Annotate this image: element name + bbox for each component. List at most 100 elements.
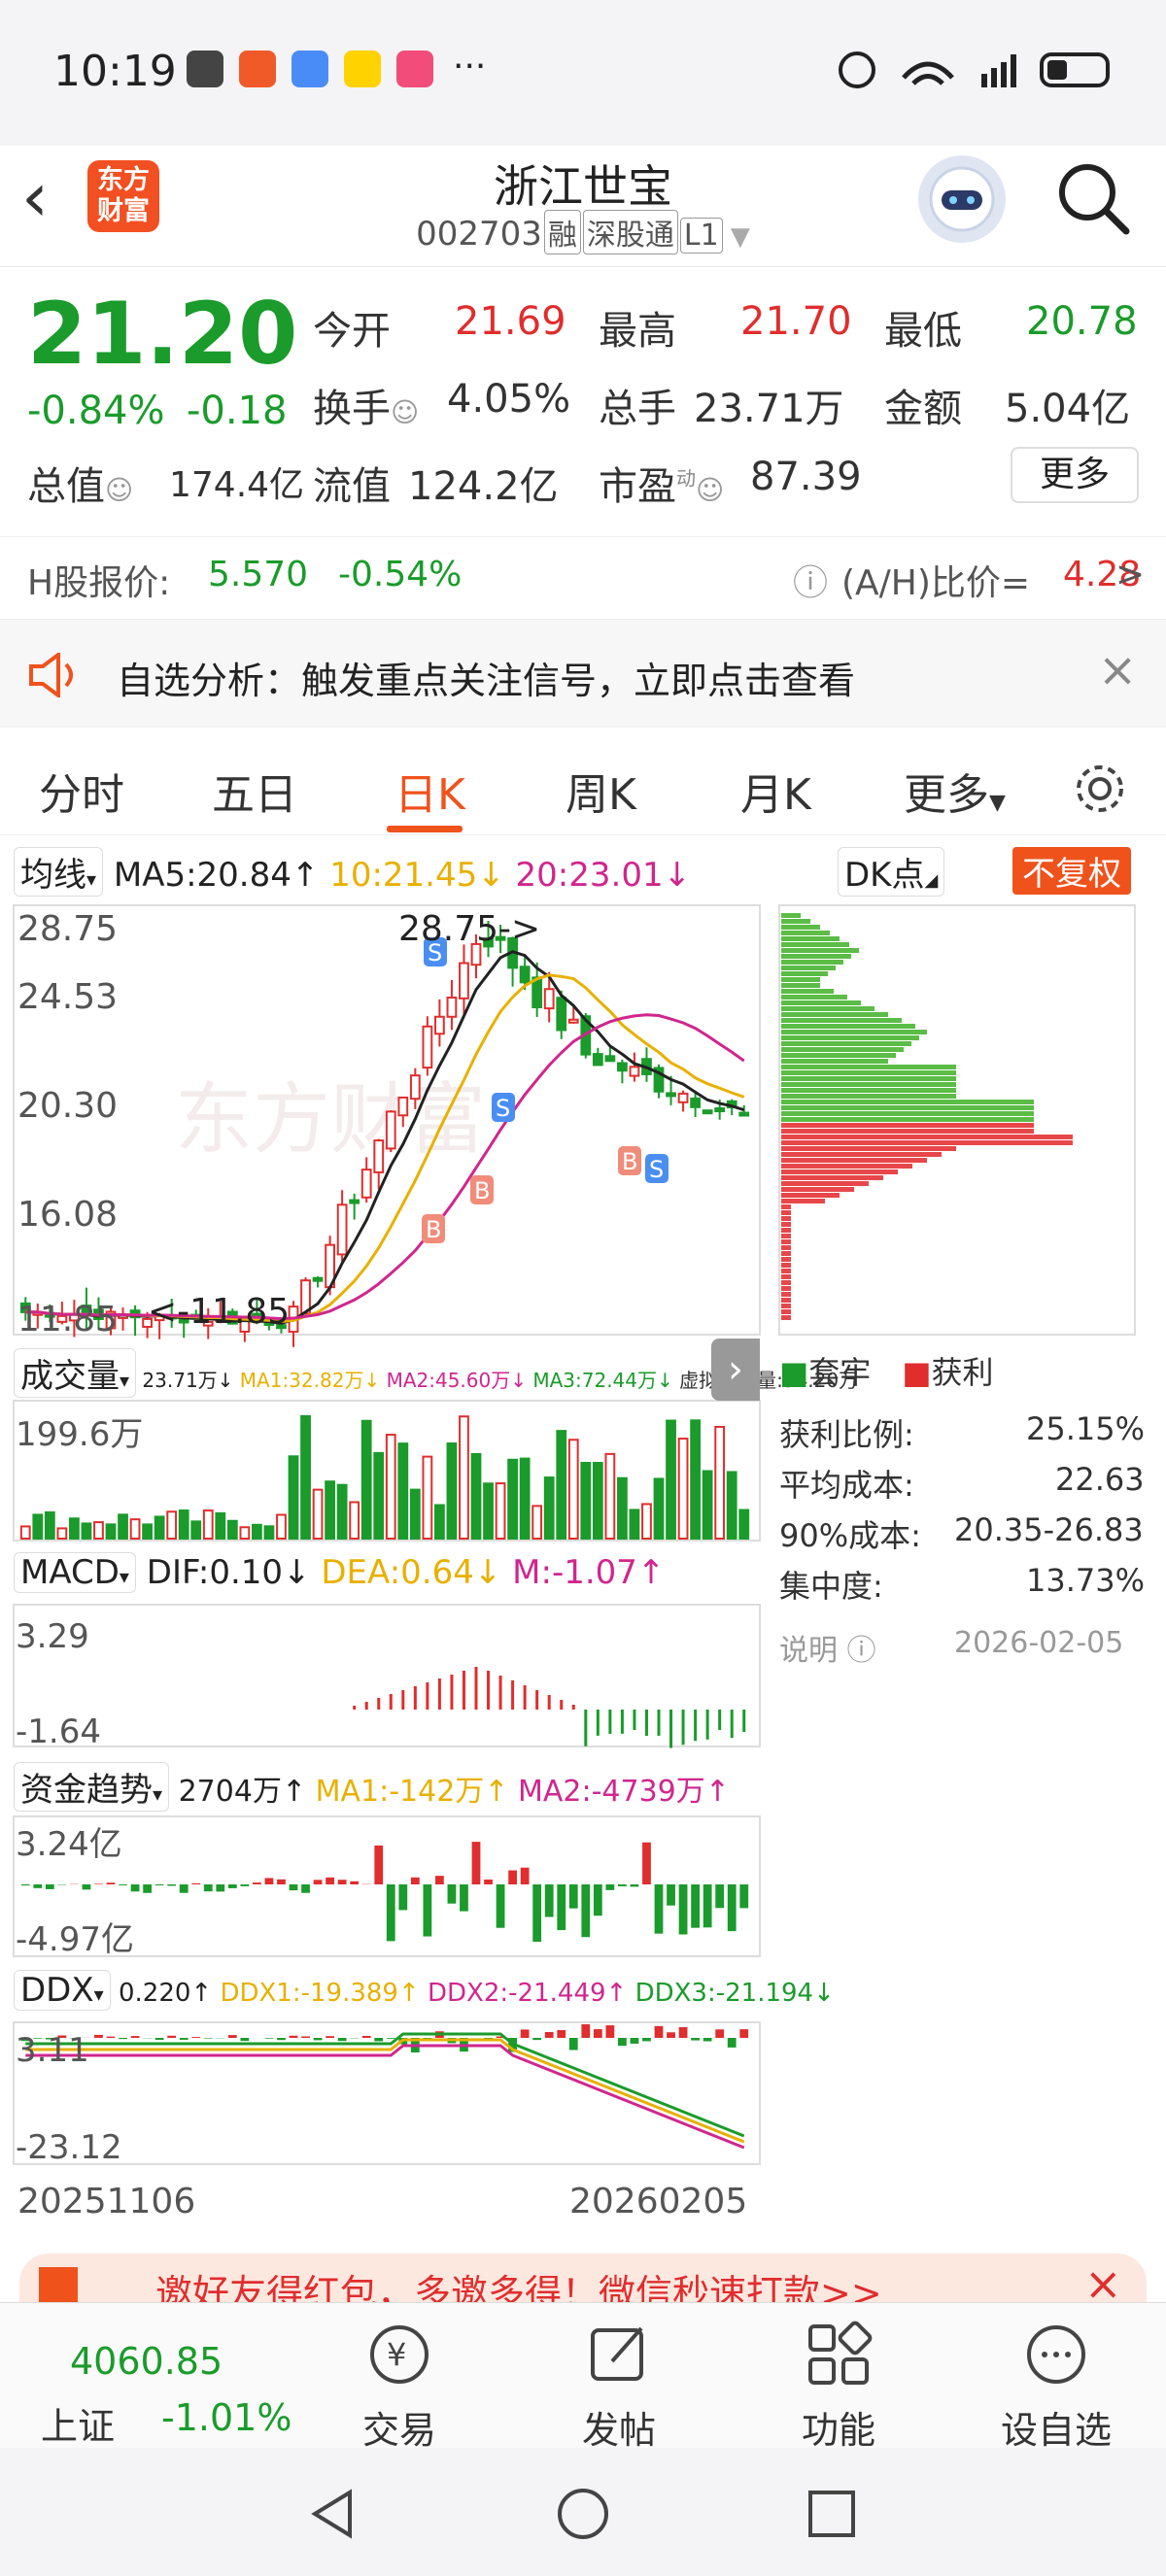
ddx-bar [191, 2037, 201, 2038]
post-label[interactable]: 发帖 [541, 2400, 697, 2454]
fund-bar [447, 1884, 457, 1904]
chip-bar [781, 1193, 840, 1198]
add-watchlist-icon[interactable] [1022, 2321, 1090, 2389]
function-label[interactable]: 功能 [761, 2400, 916, 2454]
ddx2: DDX2:-21.449↑ [428, 1979, 628, 2008]
volume-bar [507, 1458, 518, 1541]
chip-bar [781, 995, 847, 1000]
macd-selector[interactable]: MACD▾ [14, 1552, 136, 1593]
volume-bar [129, 1518, 141, 1540]
chip-bar [781, 931, 830, 935]
chip-bar [781, 971, 828, 976]
chip-bar [781, 1135, 1073, 1139]
expand-panel-button[interactable]: › [711, 1339, 760, 1401]
fund-bar [739, 1884, 749, 1909]
volume-bar [32, 1513, 44, 1540]
volume-bar [495, 1482, 506, 1541]
fund-bar [264, 1878, 274, 1884]
candle-body [604, 1055, 616, 1063]
trade-label[interactable]: 交易 [322, 2400, 477, 2454]
fund-bar [94, 1883, 103, 1884]
chip-bar [781, 1315, 791, 1320]
volume-selector[interactable]: 成交量▾ [14, 1348, 137, 1398]
ddx-bar [678, 2026, 688, 2038]
ddx-top: 3.11 [16, 2031, 89, 2070]
index-name[interactable]: 上证 [41, 2396, 115, 2450]
y-tick: 20.30 [17, 1086, 118, 1126]
chip-bar [781, 1239, 791, 1244]
index-pct[interactable]: -1.01% [161, 2396, 292, 2439]
nav-home-icon[interactable] [556, 2487, 610, 2541]
nav-back-icon[interactable] [307, 2487, 361, 2541]
volume-value: 23.71万↓ [142, 1369, 234, 1392]
candle-body [422, 1025, 433, 1069]
cost90-label: 90%成本: [779, 1517, 921, 1554]
fund-bar [289, 1884, 298, 1891]
trade-icon[interactable]: ¥ [365, 2321, 433, 2389]
chip-bar [781, 1088, 956, 1093]
chip-bar [781, 1251, 791, 1256]
fund-bar [253, 1882, 261, 1884]
nav-recents-icon[interactable] [806, 2489, 857, 2539]
post-icon[interactable] [585, 2321, 653, 2389]
ddx-bar [593, 2029, 602, 2038]
chip-bar [781, 1309, 791, 1314]
ddx-bar [654, 2025, 664, 2038]
fund-bar [691, 1884, 700, 1928]
y-tick: 16.08 [17, 1195, 118, 1235]
volume-bar [166, 1510, 178, 1541]
y-tick: 11.85 [17, 1300, 118, 1339]
volume-bar [567, 1439, 579, 1541]
fund-bar [119, 1884, 127, 1885]
ddx-bar [227, 2035, 237, 2038]
fund-selector[interactable]: 资金趋势▾ [14, 1762, 170, 1812]
macd-bottom: -1.64 [16, 1712, 101, 1751]
volume-bar [154, 1515, 165, 1541]
ddx-bar [618, 2038, 627, 2047]
fund-bar [593, 1884, 602, 1916]
index-value[interactable]: 4060.85 [70, 2340, 223, 2383]
caret-down-icon: ▾ [153, 1782, 163, 1806]
ddx-bar [167, 2035, 177, 2038]
chip-bar [781, 1216, 791, 1221]
function-icon[interactable] [805, 2321, 873, 2389]
caret-down-icon: ▾ [119, 1565, 129, 1588]
fund-bar [508, 1870, 517, 1884]
volume-bar [142, 1523, 153, 1540]
chip-bar [781, 1035, 919, 1040]
chip-note-label: 说明 [779, 1634, 838, 1668]
chip-bar [781, 1129, 1034, 1134]
candle-body [459, 962, 469, 1000]
candle-body [617, 1062, 628, 1072]
volume-bar [44, 1510, 55, 1540]
fund-top: 3.24亿 [16, 1825, 122, 1864]
chip-bar [781, 1187, 854, 1192]
ddx-bar [154, 2038, 164, 2040]
volume-bar [202, 1509, 214, 1540]
volume-max: 199.6万 [16, 1415, 143, 1454]
chip-bar [781, 1164, 912, 1169]
fund-bar [386, 1884, 395, 1942]
fund-ma2: MA2:-4739万↑ [518, 1775, 730, 1809]
vol-ma1: MA1:32.82万↓ [239, 1369, 381, 1392]
volume-bar [385, 1434, 396, 1541]
fund-bar [568, 1884, 578, 1909]
vol-ma3: MA3:72.44万↓ [532, 1369, 673, 1392]
candle-body [397, 1096, 409, 1117]
cost90-value: 20.35-26.83 [954, 1511, 1144, 1548]
volume-bar [470, 1452, 482, 1540]
chip-bar [781, 1204, 791, 1209]
macd-row: MACD▾ DIF:0.10↓ DEA:0.64↓ M:-1.07↑ [14, 1552, 665, 1593]
watchlist-label[interactable]: 设自选 [978, 2400, 1134, 2454]
volume-bar [666, 1419, 676, 1541]
ddx-bar [703, 2038, 712, 2042]
chip-bar [781, 1228, 791, 1233]
low-tag: <-11.85 [148, 1292, 290, 1332]
volume-bar [69, 1517, 80, 1541]
candle-body [702, 1109, 713, 1115]
fund-bar [20, 1884, 30, 1886]
chip-note[interactable]: 说明 ⓘ [779, 1626, 876, 1669]
ddx-bar [581, 2024, 591, 2038]
ddx-selector[interactable]: DDX▾ [14, 1970, 111, 2011]
fund-row: 资金趋势▾ 2704万↑ MA1:-142万↑ MA2:-4739万↑ [14, 1762, 730, 1812]
